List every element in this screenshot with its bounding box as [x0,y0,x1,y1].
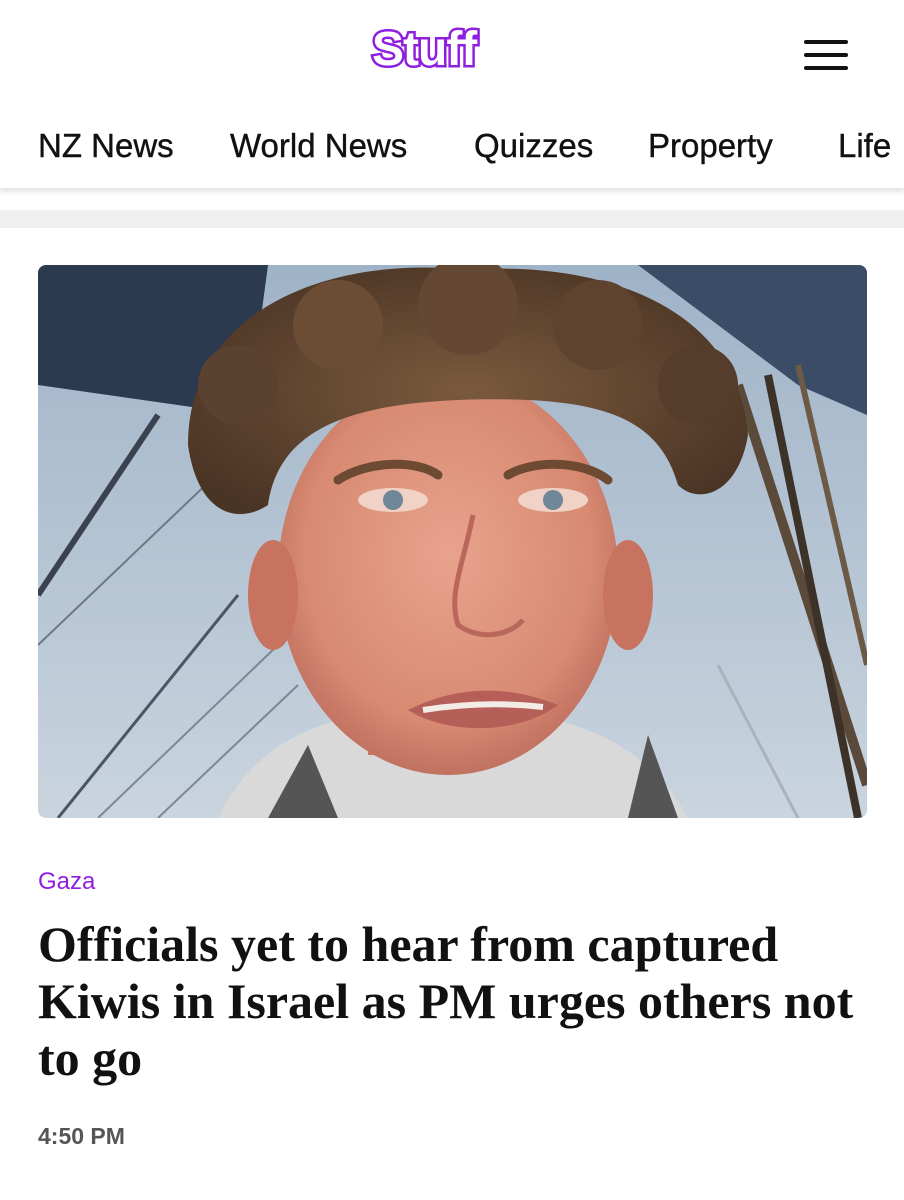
nav-item-world-news[interactable]: World News [230,126,408,166]
article-headline[interactable]: Officials yet to hear from captured Kiwi… [38,916,868,1087]
article-kicker-link[interactable]: Gaza [38,867,95,897]
section-divider [0,210,904,228]
menu-line [804,66,848,70]
section-nav: NZ News World News Quizzes Property Life [0,108,904,189]
nav-item-quizzes[interactable]: Quizzes [474,126,594,166]
hamburger-menu-icon[interactable] [798,36,854,76]
stuff-logo[interactable]: Stuff [369,20,479,80]
hero-photo [38,265,867,818]
article-hero-image[interactable] [38,265,867,818]
site-header: Stuff [0,0,904,108]
nav-item-life[interactable]: Life [838,126,892,166]
article-timestamp: 4:50 PM [38,1123,125,1149]
menu-line [804,40,848,44]
nav-item-property[interactable]: Property [648,126,773,166]
nav-item-nz-news[interactable]: NZ News [38,126,174,166]
menu-line [804,53,848,57]
